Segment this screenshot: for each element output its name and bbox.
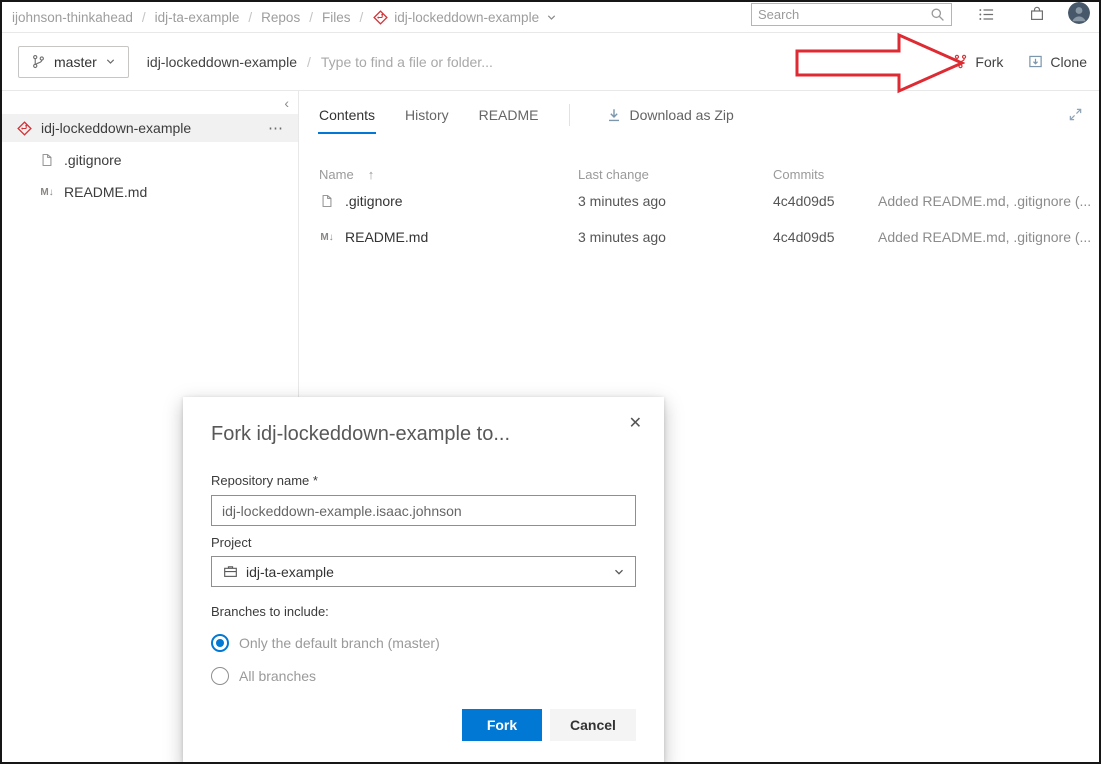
file-finder-input[interactable] <box>320 53 621 70</box>
tab-readme[interactable]: README <box>479 91 539 139</box>
tab-contents[interactable]: Contents <box>317 91 377 139</box>
fork-dialog: Fork idj-lockeddown-example to... ✕ Repo… <box>183 397 664 762</box>
last-change-cell: 3 minutes ago <box>578 193 666 209</box>
column-header-last-change[interactable]: Last change <box>578 167 773 182</box>
breadcrumb-project[interactable]: idj-ta-example <box>155 10 240 25</box>
column-header-label: Name <box>319 166 354 182</box>
branch-selector[interactable]: master <box>18 45 129 78</box>
annotation-arrow <box>795 32 965 94</box>
clone-label: Clone <box>1050 53 1087 70</box>
clone-button[interactable]: Clone <box>1027 54 1087 70</box>
last-change-cell: 3 minutes ago <box>578 229 666 245</box>
file-icon <box>319 193 335 209</box>
dialog-buttons: Fork Cancel <box>211 709 636 741</box>
dialog-fork-button[interactable]: Fork <box>462 709 542 741</box>
breadcrumb-repo-label: idj-lockeddown-example <box>394 9 540 25</box>
tree-item-label: README.md <box>64 184 148 200</box>
project-value: idj-ta-example <box>246 563 334 580</box>
chevron-down-icon <box>613 566 625 578</box>
tab-history[interactable]: History <box>405 91 449 139</box>
search-box <box>751 3 952 26</box>
avatar[interactable] <box>1068 2 1090 24</box>
table-row[interactable]: M↓ README.md 3 minutes ago 4c4d09d5 Adde… <box>300 219 1099 255</box>
project-label: Project <box>211 535 252 550</box>
breadcrumb-separator <box>309 10 313 25</box>
tree-item-label: idj-lockeddown-example <box>41 120 192 136</box>
marketplace-bag-icon[interactable] <box>1029 6 1045 25</box>
path-repo-name[interactable]: idj-lockeddown-example <box>147 54 297 70</box>
screen: ijohnson-thinkahead idj-ta-example Repos… <box>0 0 1101 764</box>
repo-icon <box>372 9 388 25</box>
sort-ascending-icon: ↑ <box>367 166 375 182</box>
download-zip-label: Download as Zip <box>629 107 734 123</box>
more-options-icon[interactable]: ⋯ <box>268 119 284 137</box>
breadcrumb-organization[interactable]: ijohnson-thinkahead <box>12 10 133 25</box>
close-icon[interactable]: ✕ <box>629 416 642 432</box>
chevron-down-icon <box>105 56 117 68</box>
repository-name-label: Repository name * <box>211 473 318 488</box>
search-icon <box>929 7 945 23</box>
commit-message: Added README.md, .gitignore (... <box>878 229 1092 245</box>
branch-name: master <box>54 53 97 70</box>
table-header: Name ↑ Last change Commits <box>300 165 1099 183</box>
file-name: README.md <box>345 229 429 245</box>
commit-hash-link[interactable]: 4c4d09d5 <box>773 193 878 209</box>
task-list-icon[interactable] <box>978 6 995 26</box>
chevron-down-icon <box>545 11 557 23</box>
table-row[interactable]: .gitignore 3 minutes ago 4c4d09d5 Added … <box>300 183 1099 219</box>
radio-all-branches[interactable]: All branches <box>211 667 636 685</box>
breadcrumb-separator <box>248 10 252 25</box>
tree-item-gitignore[interactable]: .gitignore <box>2 146 298 174</box>
radio-selected-icon <box>211 634 229 652</box>
radio-unselected-icon <box>211 667 229 685</box>
breadcrumb-repos[interactable]: Repos <box>261 10 300 25</box>
column-header-commits[interactable]: Commits <box>773 167 878 182</box>
briefcase-icon <box>222 564 238 580</box>
repo-icon <box>16 120 32 136</box>
download-icon <box>606 107 622 123</box>
branches-to-include-label: Branches to include: <box>211 604 329 619</box>
divider <box>568 104 570 126</box>
tree-item-readme[interactable]: M↓ README.md <box>2 178 298 206</box>
breadcrumb: ijohnson-thinkahead idj-ta-example Repos… <box>12 9 557 25</box>
dialog-title: Fork idj-lockeddown-example to... <box>211 423 511 445</box>
search-input[interactable] <box>758 7 929 22</box>
tree-item-repo-root[interactable]: idj-lockeddown-example ⋯ <box>2 114 298 142</box>
download-zip-button[interactable]: Download as Zip <box>606 107 734 123</box>
radio-label: Only the default branch (master) <box>239 635 440 651</box>
top-navigation-bar: ijohnson-thinkahead idj-ta-example Repos… <box>2 2 1099 33</box>
column-header-name[interactable]: Name ↑ <box>319 167 578 182</box>
markdown-icon: M↓ <box>40 186 54 198</box>
breadcrumb-repo-picker[interactable]: idj-lockeddown-example <box>372 9 557 25</box>
radio-label: All branches <box>239 668 317 684</box>
file-name-cell: .gitignore <box>319 193 578 209</box>
fork-label: Fork <box>975 53 1004 70</box>
file-tree: idj-lockeddown-example ⋯ .gitignore M↓ R… <box>2 114 298 206</box>
file-name: .gitignore <box>345 193 403 209</box>
breadcrumb-files[interactable]: Files <box>322 10 351 25</box>
commit-hash-link[interactable]: 4c4d09d5 <box>773 229 878 245</box>
fullscreen-icon[interactable] <box>1068 107 1083 125</box>
markdown-icon: M↓ <box>320 231 334 243</box>
breadcrumb-separator <box>142 10 146 25</box>
clone-icon <box>1027 54 1043 70</box>
file-icon <box>39 152 55 168</box>
radio-default-branch[interactable]: Only the default branch (master) <box>211 634 636 652</box>
file-name-cell: M↓ README.md <box>319 229 578 245</box>
collapse-sidebar-icon[interactable]: ‹ <box>284 95 289 111</box>
content-tabs: Contents History README Download as Zip <box>300 91 1099 139</box>
commit-message: Added README.md, .gitignore (... <box>878 193 1092 209</box>
repository-name-input[interactable] <box>211 495 636 526</box>
path-separator <box>307 54 311 70</box>
toolbar-commands: Fork Clone <box>952 54 1087 70</box>
project-dropdown[interactable]: idj-ta-example <box>211 556 636 587</box>
breadcrumb-separator <box>359 10 363 25</box>
tree-item-label: .gitignore <box>64 152 122 168</box>
dialog-cancel-button[interactable]: Cancel <box>550 709 636 741</box>
branch-icon <box>30 54 46 70</box>
